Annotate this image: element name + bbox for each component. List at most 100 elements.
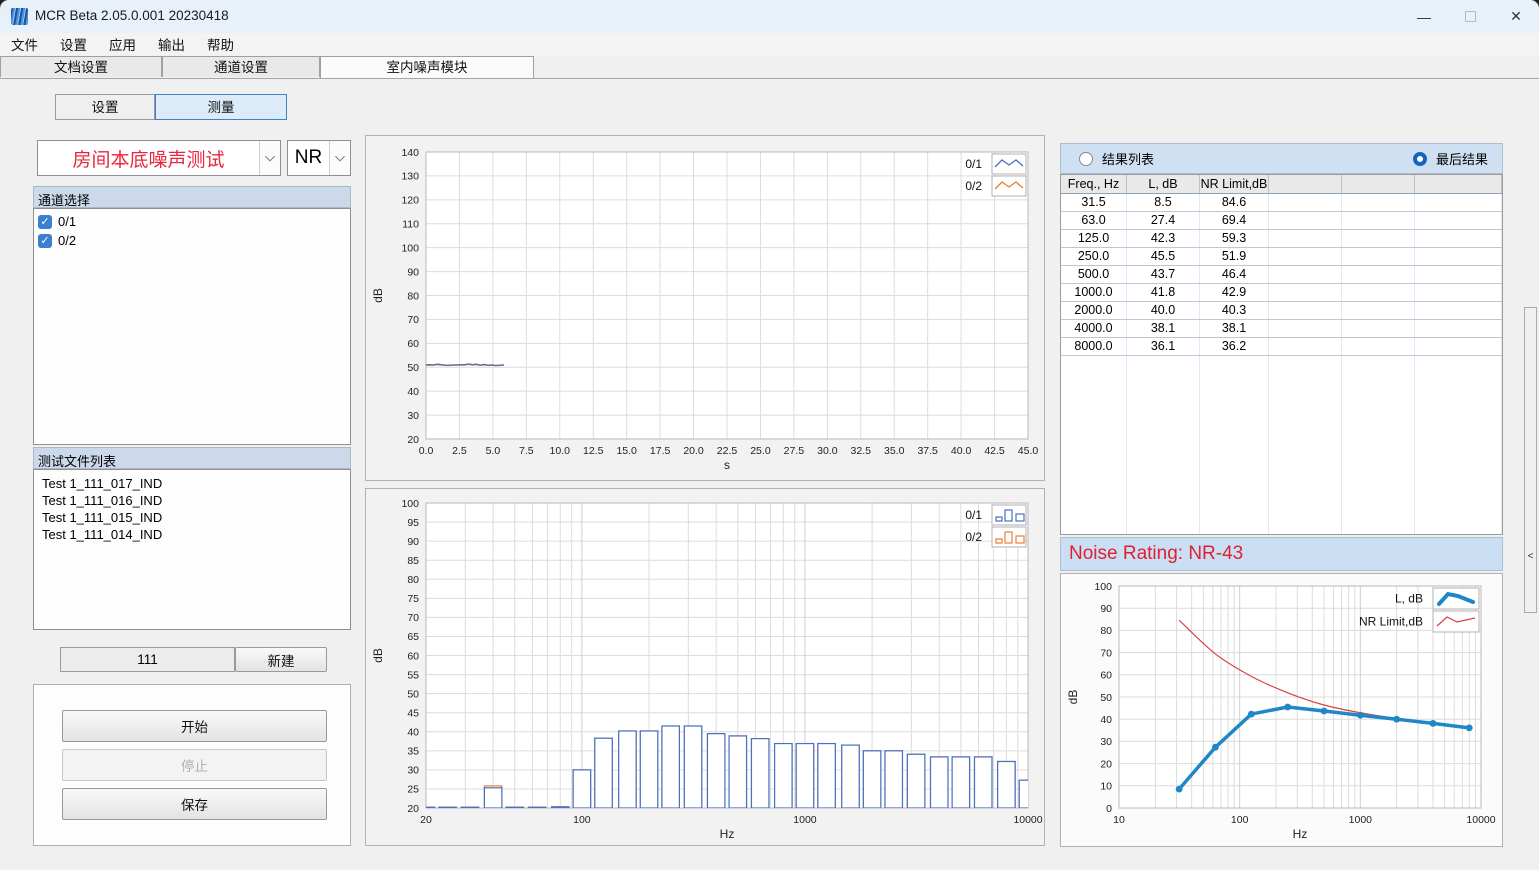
svg-text:10: 10 [1113, 814, 1125, 826]
table-row [1061, 441, 1502, 458]
tab-strip: 文档设置通道设置室内噪声模块 [0, 56, 1539, 79]
svg-text:95: 95 [407, 517, 419, 529]
table-row[interactable]: 63.027.469.4 [1061, 212, 1502, 230]
subtab-settings[interactable]: 设置 [55, 94, 155, 120]
table-row[interactable]: 125.042.359.3 [1061, 230, 1502, 248]
svg-text:90: 90 [407, 536, 419, 548]
table-cell [1127, 509, 1200, 526]
table-cell [1269, 320, 1342, 337]
table-cell [1342, 526, 1415, 535]
new-button[interactable]: 新建 [235, 647, 327, 672]
last-result-radio[interactable]: 最后结果 [1413, 149, 1488, 168]
tab-channel-settings[interactable]: 通道设置 [162, 56, 320, 77]
table-cell [1415, 509, 1502, 526]
table-header-cell: Freq., Hz [1061, 175, 1127, 193]
table-cell: 41.8 [1127, 284, 1200, 301]
table-cell [1200, 526, 1269, 535]
table-cell [1342, 212, 1415, 229]
svg-text:30: 30 [407, 765, 419, 777]
menu-item-file[interactable]: 文件 [0, 32, 49, 56]
test-type-dropdown[interactable]: 房间本底噪声测试 [37, 140, 281, 176]
svg-text:80: 80 [1100, 625, 1112, 637]
save-button[interactable]: 保存 [62, 788, 327, 820]
table-row[interactable]: 500.043.746.4 [1061, 266, 1502, 284]
svg-text:12.5: 12.5 [583, 445, 604, 457]
table-cell: 42.9 [1200, 284, 1269, 301]
svg-text:75: 75 [407, 593, 419, 605]
table-cell: 38.1 [1200, 320, 1269, 337]
svg-text:15.0: 15.0 [616, 445, 637, 457]
svg-text:25: 25 [407, 784, 419, 796]
table-row[interactable]: 2000.040.040.3 [1061, 302, 1502, 320]
result-list-radio[interactable]: 结果列表 [1079, 149, 1154, 168]
table-header-cell: NR Limit,dB [1200, 175, 1269, 193]
table-cell [1061, 407, 1127, 424]
table-row[interactable]: 4000.038.138.1 [1061, 320, 1502, 338]
tab-room-noise-module[interactable]: 室内噪声模块 [320, 56, 534, 78]
svg-text:100: 100 [1094, 581, 1112, 593]
legend-swatch-icon [1433, 588, 1479, 609]
table-cell [1342, 441, 1415, 458]
collapse-panel-handle[interactable]: < [1524, 307, 1537, 613]
menu-item-output[interactable]: 输出 [147, 32, 196, 56]
svg-text:0: 0 [1106, 803, 1112, 815]
table-row[interactable]: 8000.036.136.2 [1061, 338, 1502, 356]
table-cell [1415, 526, 1502, 535]
menu-item-apply[interactable]: 应用 [98, 32, 147, 56]
table-cell [1127, 441, 1200, 458]
checkbox-checked-icon: ✓ [38, 215, 52, 229]
maximize-icon[interactable] [1447, 0, 1493, 33]
file-list-item[interactable]: Test 1_111_014_IND [34, 526, 350, 543]
table-cell [1269, 302, 1342, 319]
table-row[interactable]: 31.58.584.6 [1061, 194, 1502, 212]
subtab-measure[interactable]: 测量 [155, 94, 287, 120]
file-list-item[interactable]: Test 1_111_015_IND [34, 509, 350, 526]
channel-row[interactable]: ✓0/1 [34, 212, 350, 231]
table-cell [1269, 284, 1342, 301]
file-list-item[interactable]: Test 1_111_016_IND [34, 492, 350, 509]
table-cell [1342, 458, 1415, 475]
table-cell [1061, 458, 1127, 475]
table-cell [1200, 407, 1269, 424]
legend-label: L, dB [1395, 592, 1423, 606]
minimize-icon[interactable]: — [1401, 0, 1447, 33]
table-row[interactable]: 1000.041.842.9 [1061, 284, 1502, 302]
table-cell [1269, 338, 1342, 355]
start-button[interactable]: 开始 [62, 710, 327, 742]
stop-button[interactable]: 停止 [62, 749, 327, 781]
rating-type-dropdown[interactable]: NR [287, 140, 351, 176]
y-axis-label: dB [1066, 690, 1080, 705]
table-cell [1415, 458, 1502, 475]
channel-row[interactable]: ✓0/2 [34, 231, 350, 250]
table-cell: 40.0 [1127, 302, 1200, 319]
svg-text:10000: 10000 [1013, 814, 1042, 826]
file-name-input[interactable] [60, 647, 235, 672]
table-cell [1200, 492, 1269, 509]
table-cell [1415, 248, 1502, 265]
result-list-label: 结果列表 [1102, 149, 1154, 168]
table-cell [1269, 492, 1342, 509]
table-cell [1342, 194, 1415, 211]
close-icon[interactable]: ✕ [1493, 0, 1539, 33]
chevron-down-icon [329, 141, 350, 175]
app-window: MCR Beta 2.05.0.001 20230418 — ✕ 文件设置应用输… [0, 0, 1539, 870]
table-cell: 59.3 [1200, 230, 1269, 247]
table-cell [1061, 492, 1127, 509]
table-row [1061, 424, 1502, 441]
x-axis-label: s [724, 458, 730, 472]
table-cell: 125.0 [1061, 230, 1127, 247]
menu-item-settings[interactable]: 设置 [49, 32, 98, 56]
noise-rating-text: Noise Rating: NR-43 [1061, 543, 1243, 565]
svg-text:40: 40 [407, 386, 419, 398]
table-row[interactable]: 250.045.551.9 [1061, 248, 1502, 266]
menu-item-help[interactable]: 帮助 [196, 32, 245, 56]
table-cell: 43.7 [1127, 266, 1200, 283]
file-list-item[interactable]: Test 1_111_017_IND [34, 475, 350, 492]
svg-text:37.5: 37.5 [917, 445, 938, 457]
table-cell [1127, 475, 1200, 492]
tab-doc-settings[interactable]: 文档设置 [0, 56, 162, 77]
table-cell [1415, 266, 1502, 283]
table-cell [1200, 441, 1269, 458]
svg-text:60: 60 [407, 650, 419, 662]
legend-swatch-icon [1433, 611, 1479, 632]
